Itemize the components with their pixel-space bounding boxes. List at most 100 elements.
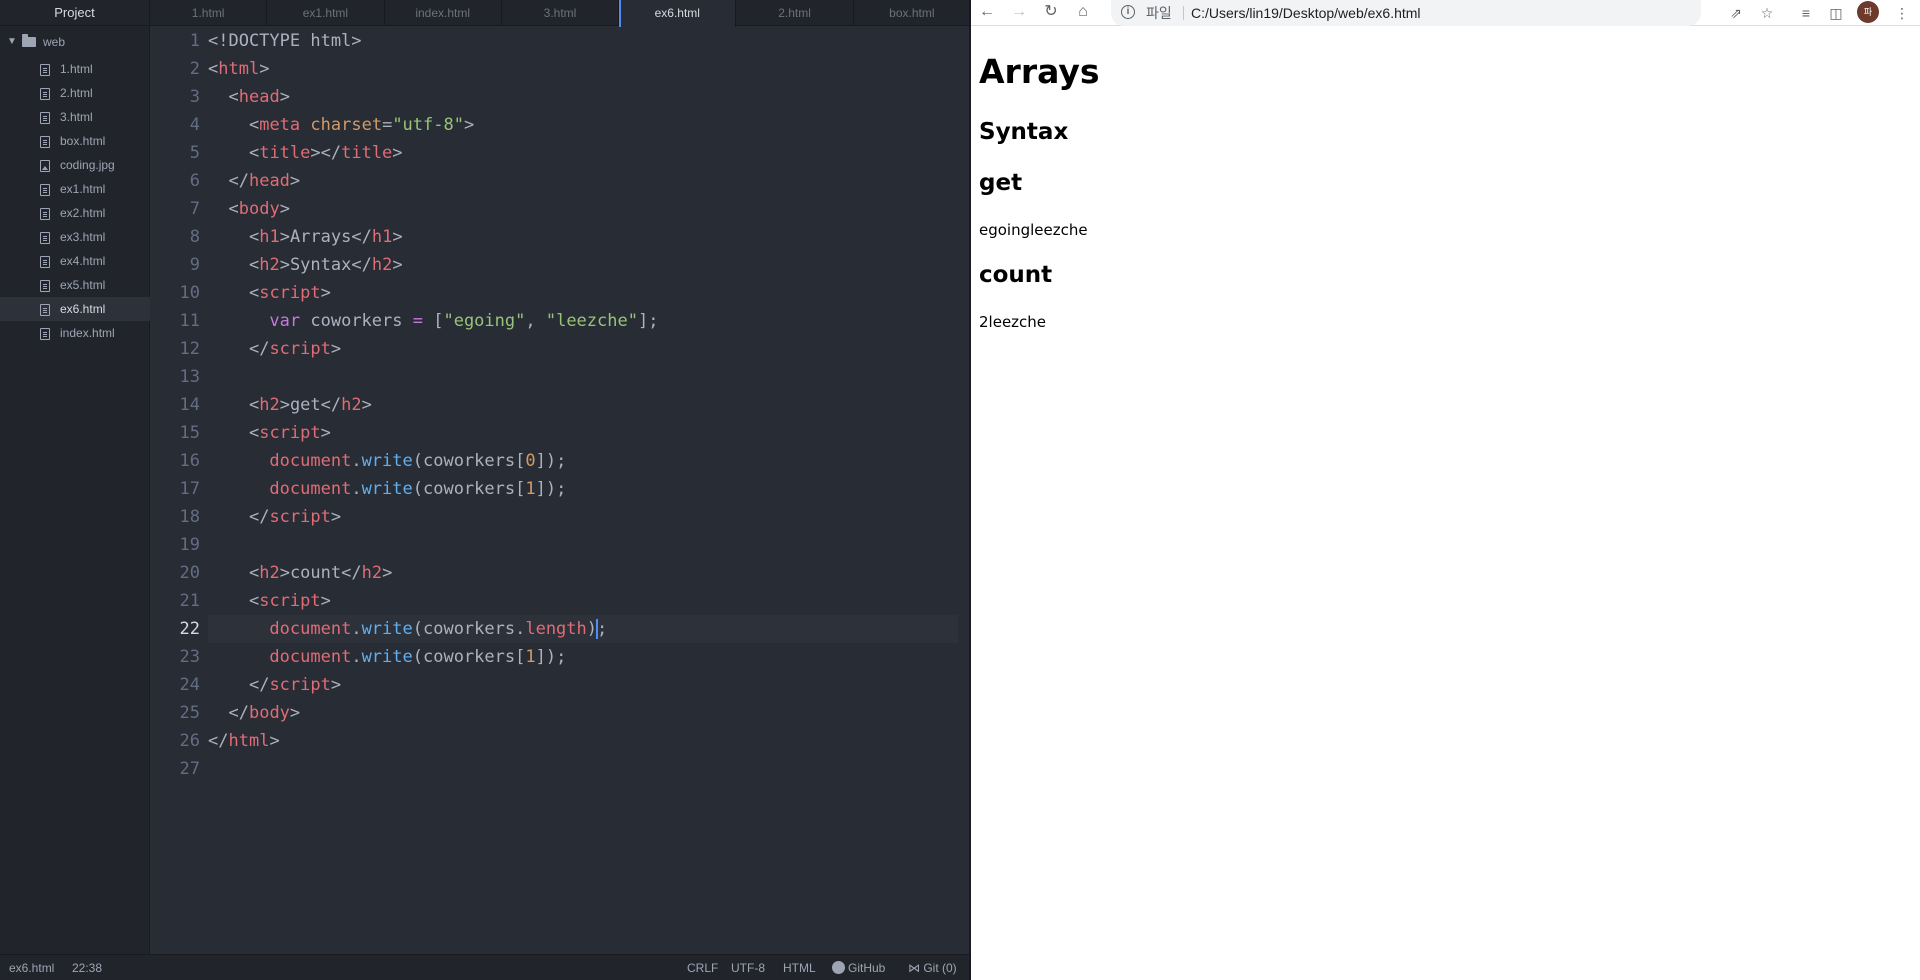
tree-file-item[interactable]: 1.html	[0, 57, 150, 81]
project-tree: Project ▼ web 1.html 2.html 3.html box.html…	[0, 0, 150, 954]
tree-file-label: ex3.html	[60, 230, 106, 244]
info-icon[interactable]: i	[1121, 5, 1135, 19]
browser-window: ← → ↻ ⌂ i 파일 C:/Users/lin19/Desktop/web/…	[971, 0, 1920, 980]
line-number: 18	[179, 507, 200, 527]
editor-tab[interactable]: 3.html	[502, 0, 620, 26]
editor-tab[interactable]: ex6.html	[619, 0, 737, 27]
home-icon[interactable]: ⌂	[1070, 0, 1096, 26]
forward-arrow-icon[interactable]: →	[1006, 0, 1032, 26]
code-area[interactable]: <!DOCTYPE html> <html> <head> <meta char…	[208, 27, 958, 954]
reading-list-icon[interactable]: ≡	[1793, 0, 1819, 26]
code-line[interactable]: <head>	[208, 83, 958, 111]
line-number: 27	[179, 759, 200, 779]
github-label: GitHub	[848, 961, 886, 975]
menu-kebab-icon[interactable]: ⋮	[1889, 0, 1915, 26]
tree-file-item[interactable]: ex3.html	[0, 225, 150, 249]
code-line[interactable]: <meta charset="utf-8">	[208, 111, 958, 139]
code-line[interactable]: <html>	[208, 55, 958, 83]
code-line[interactable]: </script>	[208, 335, 958, 363]
heading-count: count	[979, 262, 1053, 288]
line-number: 6	[189, 171, 200, 191]
tree-file-item[interactable]: 3.html	[0, 105, 150, 129]
tree-folder-label: web	[43, 35, 66, 49]
address-bar[interactable]: i 파일 C:/Users/lin19/Desktop/web/ex6.html	[1111, 0, 1701, 26]
code-line[interactable]: <body>	[208, 195, 958, 223]
editor-tab[interactable]: box.html	[854, 0, 971, 26]
editor-tab[interactable]: index.html	[385, 0, 502, 26]
bookmark-star-icon[interactable]: ☆	[1754, 0, 1780, 26]
tree-file-item[interactable]: index.html	[0, 321, 150, 345]
code-line[interactable]: <h2>count</h2>	[208, 559, 958, 587]
tree-file-item[interactable]: ex2.html	[0, 201, 150, 225]
tree-file-item[interactable]: coding.jpg	[0, 153, 150, 177]
tree-file-label: 2.html	[60, 86, 93, 100]
url-text[interactable]: C:/Users/lin19/Desktop/web/ex6.html	[1191, 0, 1421, 26]
status-cursor-position[interactable]: 22:38	[72, 955, 102, 980]
line-number: 17	[179, 479, 200, 499]
editor-tab[interactable]: ex1.html	[267, 0, 385, 26]
file-scheme-chip[interactable]: 파일	[1146, 0, 1172, 26]
code-line[interactable]: <h2>get</h2>	[208, 391, 958, 419]
chevron-down-icon[interactable]: ▼	[7, 31, 17, 53]
count-output-text: 2leezche	[979, 313, 1047, 331]
folder-icon	[22, 34, 36, 47]
reload-icon[interactable]: ↻	[1038, 0, 1064, 26]
code-line[interactable]: <script>	[208, 279, 958, 307]
line-number: 25	[179, 703, 200, 723]
tree-file-label: ex2.html	[60, 206, 106, 220]
code-line[interactable]: <title></title>	[208, 139, 958, 167]
code-line[interactable]: </script>	[208, 671, 958, 699]
code-line[interactable]: </head>	[208, 167, 958, 195]
file-text-icon	[40, 328, 50, 340]
tree-file-item[interactable]: box.html	[0, 129, 150, 153]
code-line[interactable]: <script>	[208, 587, 958, 615]
tree-file-label: ex4.html	[60, 254, 106, 268]
editor-tab[interactable]: 2.html	[736, 0, 854, 26]
status-grammar[interactable]: HTML	[783, 955, 816, 980]
code-line[interactable]: document.write(coworkers[1]);	[208, 475, 958, 503]
tree-file-item[interactable]: 2.html	[0, 81, 150, 105]
status-encoding[interactable]: UTF-8	[731, 955, 765, 980]
line-number: 2	[189, 59, 200, 79]
status-line-ending[interactable]: CRLF	[687, 955, 718, 980]
code-line-current[interactable]: document.write(coworkers.length);	[208, 615, 958, 643]
profile-avatar[interactable]: 파	[1857, 1, 1879, 23]
tree-file-item[interactable]: ex1.html	[0, 177, 150, 201]
git-button[interactable]: ⋈ Git (0)	[908, 955, 957, 980]
status-bar: ex6.html 22:38 CRLF UTF-8 HTML GitHub ⋈ …	[0, 954, 971, 980]
github-button[interactable]: GitHub	[832, 955, 885, 980]
tree-folder-web[interactable]: ▼ web	[0, 31, 150, 53]
status-file-name[interactable]: ex6.html	[9, 955, 54, 980]
code-line[interactable]: <h2>Syntax</h2>	[208, 251, 958, 279]
code-line[interactable]: document.write(coworkers[0]);	[208, 447, 958, 475]
side-panel-icon[interactable]: ◫	[1823, 0, 1849, 26]
code-line[interactable]: </script>	[208, 503, 958, 531]
code-line[interactable]	[208, 531, 958, 559]
code-line[interactable]: document.write(coworkers[1]);	[208, 643, 958, 671]
code-line[interactable]: <script>	[208, 419, 958, 447]
code-line[interactable]: <!DOCTYPE html>	[208, 27, 958, 55]
line-number: 8	[189, 227, 200, 247]
line-number: 24	[179, 675, 200, 695]
line-number: 16	[179, 451, 200, 471]
code-line[interactable]: <h1>Arrays</h1>	[208, 223, 958, 251]
editor-tab[interactable]: 1.html	[150, 0, 268, 26]
code-editor: Project ▼ web 1.html 2.html 3.html box.html…	[0, 0, 971, 980]
line-number: 4	[189, 115, 200, 135]
tree-file-label: box.html	[60, 134, 106, 148]
line-number: 15	[179, 423, 200, 443]
tree-file-item[interactable]: ex6.html	[0, 297, 150, 321]
code-line[interactable]: </body>	[208, 699, 958, 727]
page-heading-arrays: Arrays	[979, 52, 1100, 91]
code-line[interactable]	[208, 755, 958, 783]
line-number: 22	[179, 619, 200, 639]
back-arrow-icon[interactable]: ←	[974, 0, 1000, 26]
text-cursor	[596, 619, 599, 639]
code-line[interactable]	[208, 363, 958, 391]
tree-file-item[interactable]: ex5.html	[0, 273, 150, 297]
tree-file-label: ex5.html	[60, 278, 106, 292]
share-icon[interactable]: ⇗	[1723, 0, 1749, 26]
tree-file-item[interactable]: ex4.html	[0, 249, 150, 273]
code-line[interactable]: var coworkers = ["egoing", "leezche"];	[208, 307, 958, 335]
code-line[interactable]: </html>	[208, 727, 958, 755]
